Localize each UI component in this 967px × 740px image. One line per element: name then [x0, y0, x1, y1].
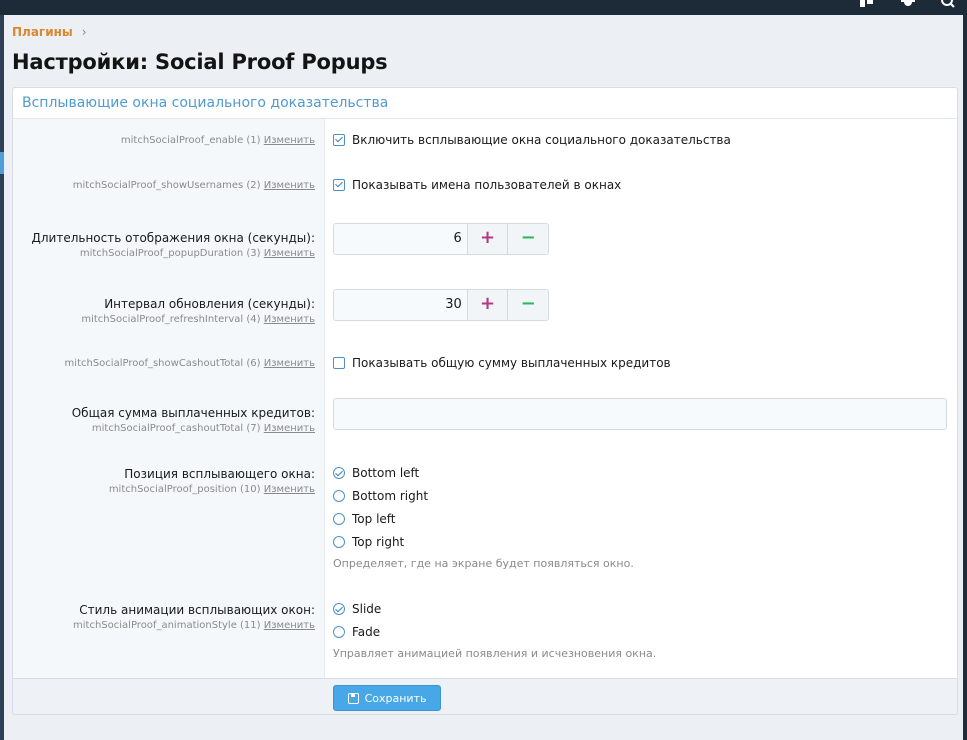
option-id-show-cashout-total: mitchSocialProof_showCashoutTotal (6) [64, 358, 261, 369]
decrement-button[interactable]: − [507, 290, 548, 320]
label-show-usernames: mitchSocialProof_showUsernames (2) Измен… [13, 178, 315, 193]
radio-selected-icon[interactable] [333, 602, 345, 615]
search-icon[interactable] [941, 0, 955, 8]
change-link[interactable]: Изменить [264, 358, 315, 369]
option-id-show-usernames: mitchSocialProof_showUsernames (2) [72, 180, 261, 191]
field-title: Интервал обновления (секунды): [104, 297, 315, 311]
save-icon [347, 692, 359, 704]
change-link[interactable]: Изменить [264, 314, 315, 325]
gear-icon[interactable] [901, 0, 915, 8]
checkbox-show-cashout-total[interactable]: Показывать общую сумму выплаченных креди… [333, 356, 671, 370]
option-id-popup-duration: mitchSocialProof_popupDuration (3) [79, 248, 261, 259]
label-enable: mitchSocialProof_enable (1) Изменить [13, 133, 315, 148]
increment-button[interactable]: + [466, 224, 508, 254]
refresh-interval-stepper: 30 + − [333, 289, 549, 321]
position-hint: Определяет, где на экране будет появлять… [333, 557, 634, 570]
radio-selected-icon[interactable] [333, 466, 345, 479]
save-button-label: Сохранить [364, 691, 427, 705]
option-id-refresh-interval: mitchSocialProof_refreshInterval (4) [81, 314, 261, 325]
option-id-cashout-total: mitchSocialProof_cashoutTotal (7) [91, 423, 261, 434]
page-title: Настройки: Social Proof Popups [12, 50, 388, 74]
radio-slide[interactable]: Slide [333, 597, 656, 620]
label-animation-style: Стиль анимации всплывающих окон: mitchSo… [13, 603, 315, 633]
refresh-interval-input[interactable]: 30 [334, 290, 467, 320]
decrement-button[interactable]: − [507, 224, 548, 254]
field-title: Позиция всплывающего окна: [124, 467, 315, 481]
field-title: Стиль анимации всплывающих окон: [79, 603, 315, 617]
main-content: Плагины › Настройки: Social Proof Popups… [4, 15, 967, 740]
radio-bottom-right[interactable]: Bottom right [333, 484, 634, 507]
increment-button[interactable]: + [466, 290, 508, 320]
top-bar [0, 0, 967, 15]
animation-radio-group: Slide Fade Управляет анимацией появления… [333, 597, 656, 660]
sitemap-icon[interactable] [860, 0, 874, 8]
label-refresh-interval: Интервал обновления (секунды): mitchSoci… [13, 297, 315, 327]
breadcrumb-separator-icon: › [81, 25, 87, 39]
radio-unselected-icon[interactable] [333, 489, 345, 502]
labels-column [13, 119, 325, 678]
field-title: Общая сумма выплаченных кредитов: [71, 406, 315, 420]
breadcrumb: Плагины › [12, 25, 87, 39]
checkbox-label: Включить всплывающие окна социального до… [352, 133, 731, 147]
label-cashout-total: Общая сумма выплаченных кредитов: mitchS… [13, 406, 315, 436]
option-id-animation-style: mitchSocialProof_animationStyle (11) [73, 620, 261, 631]
position-radio-group: Bottom left Bottom right Top left Top ri… [333, 461, 634, 570]
change-link[interactable]: Изменить [264, 180, 315, 191]
checkbox-label: Показывать имена пользователей в окнах [352, 178, 622, 192]
radio-unselected-icon[interactable] [333, 535, 345, 548]
change-link[interactable]: Изменить [264, 484, 315, 495]
checkbox-show-usernames[interactable]: Показывать имена пользователей в окнах [333, 178, 621, 192]
change-link[interactable]: Изменить [264, 135, 315, 146]
radio-top-right[interactable]: Top right [333, 530, 634, 553]
label-position: Позиция всплывающего окна: mitchSocialPr… [13, 467, 315, 497]
option-id-position: mitchSocialProof_position (10) [108, 484, 261, 495]
breadcrumb-link-plugins[interactable]: Плагины [12, 25, 73, 39]
form-footer: Сохранить [13, 678, 957, 714]
save-button[interactable]: Сохранить [333, 685, 441, 711]
radio-unselected-icon[interactable] [333, 512, 345, 525]
checkbox-enable[interactable]: Включить всплывающие окна социального до… [333, 133, 731, 147]
checkbox-unchecked-icon[interactable] [333, 357, 345, 369]
label-show-cashout-total: mitchSocialProof_showCashoutTotal (6) Из… [13, 356, 315, 371]
checkbox-label: Показывать общую сумму выплаченных креди… [352, 356, 671, 370]
radio-top-left[interactable]: Top left [333, 507, 634, 530]
change-link[interactable]: Изменить [264, 423, 315, 434]
checkbox-checked-icon[interactable] [333, 134, 345, 146]
animation-hint: Управляет анимацией появления и исчезнов… [333, 647, 657, 660]
change-link[interactable]: Изменить [264, 620, 315, 631]
change-link[interactable]: Изменить [264, 248, 315, 259]
popup-duration-input[interactable]: 6 [334, 224, 467, 254]
field-title: Длительность отображения окна (секунды): [31, 231, 316, 245]
cashout-total-input[interactable] [333, 398, 947, 430]
checkbox-checked-icon[interactable] [333, 179, 345, 191]
popup-duration-stepper: 6 + − [333, 223, 549, 255]
label-popup-duration: Длительность отображения окна (секунды):… [13, 231, 316, 261]
block-title: Всплывающие окна социального доказательс… [13, 88, 957, 119]
settings-block: Всплывающие окна социального доказательс… [12, 87, 958, 715]
radio-fade[interactable]: Fade [333, 620, 656, 643]
option-id-enable: mitchSocialProof_enable (1) [120, 135, 261, 146]
radio-bottom-left[interactable]: Bottom left [333, 461, 634, 484]
radio-unselected-icon[interactable] [333, 625, 345, 638]
